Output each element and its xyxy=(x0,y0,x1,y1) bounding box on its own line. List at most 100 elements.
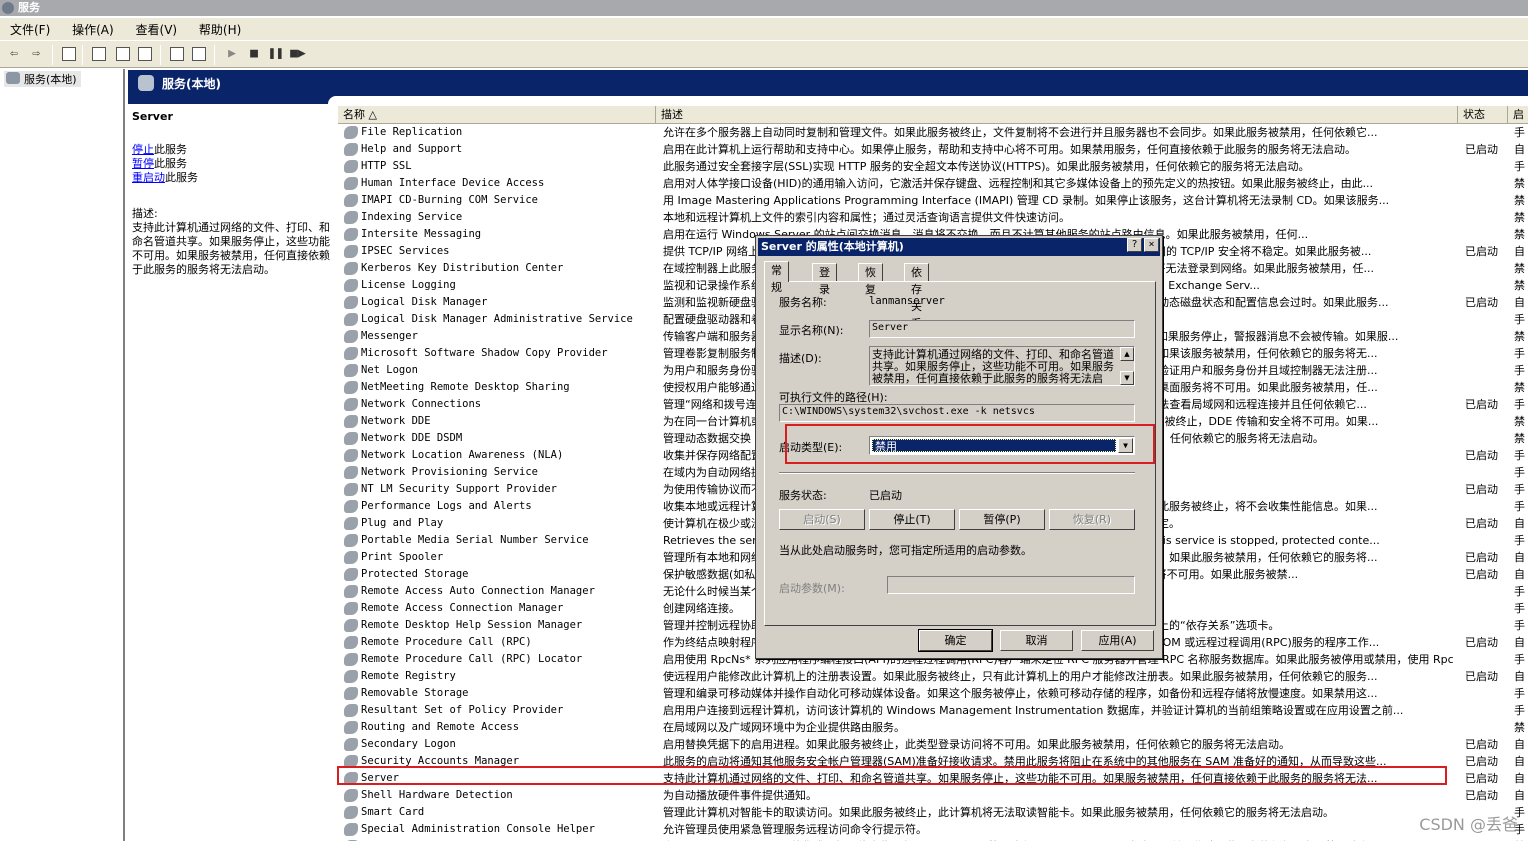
service-name-cell: License Logging xyxy=(361,279,456,291)
table-row[interactable]: HTTP SSL 此服务通过安全套接字层(SSL)实现 HTTP 服务的安全超文本… xyxy=(338,158,1528,175)
refresh-icon[interactable] xyxy=(116,47,130,61)
watermark: CSDN @丢爸 xyxy=(1419,815,1518,834)
service-startup-cell: 禁 xyxy=(1514,211,1525,224)
scroll-up-icon[interactable]: ▲ xyxy=(1120,347,1134,361)
table-row[interactable]: Shell Hardware Detection 为自动播放硬件事件提供通知。 已启… xyxy=(338,787,1528,804)
table-row[interactable]: Human Interface Device Access 启用对人体学接口设备(… xyxy=(338,175,1528,192)
service-status-cell: 已启动 xyxy=(1465,245,1498,258)
start-params-field[interactable] xyxy=(887,576,1135,594)
scroll-down-icon[interactable]: ▼ xyxy=(1120,371,1134,385)
menu-help[interactable]: 帮助(H) xyxy=(189,18,249,40)
service-startup-cell: 手 xyxy=(1514,704,1525,717)
dialog-help-button[interactable]: ? xyxy=(1127,238,1142,252)
service-startup-cell: 自 xyxy=(1514,517,1525,530)
display-name-field[interactable]: Server xyxy=(869,320,1135,338)
pause-button[interactable]: 暂停(P) xyxy=(959,509,1045,530)
column-status[interactable]: 状态 xyxy=(1458,106,1508,124)
tree-node-services-local[interactable]: 服务(本地) xyxy=(4,71,81,87)
service-name-cell: File Replication xyxy=(361,126,463,138)
play-icon[interactable]: ▶ xyxy=(224,46,240,62)
service-name-cell: Remote Desktop Help Session Manager xyxy=(361,619,583,631)
service-startup-cell: 自 xyxy=(1514,568,1525,581)
service-startup-cell: 禁 xyxy=(1514,415,1525,428)
service-name-cell: Remote Registry xyxy=(361,670,456,682)
table-row[interactable]: Help and Support 启用在此计算机上运行帮助和支持中心。如果停止服务… xyxy=(338,141,1528,158)
table-row[interactable]: Smart Card 管理此计算机对智能卡的取读访问。如果此服务被终止，此计算机将… xyxy=(338,804,1528,821)
description-field-label: 描述(D): xyxy=(779,352,822,365)
stop-icon[interactable]: ■ xyxy=(246,46,262,62)
service-description-cell: 允许在多个服务器上自动同时复制和管理文件。如果此服务被终止，文件复制将不会进行并… xyxy=(663,126,1378,139)
service-startup-cell: 手 xyxy=(1514,449,1525,462)
menu-view[interactable]: 查看(V) xyxy=(126,18,186,40)
restart-icon[interactable]: ■▶ xyxy=(290,46,306,62)
service-status-cell: 已启动 xyxy=(1465,789,1498,802)
service-startup-cell: 手 xyxy=(1514,500,1525,513)
table-row[interactable]: Removable Storage 管理和编录可移动媒体并操作自动化可移动媒体设备… xyxy=(338,685,1528,702)
table-row[interactable]: IMAPI CD-Burning COM Service 用 Image Mast… xyxy=(338,192,1528,209)
restart-service-link[interactable]: 重启动 xyxy=(132,171,165,184)
service-gear-icon xyxy=(344,126,358,139)
service-startup-cell: 禁 xyxy=(1514,228,1525,241)
table-row[interactable]: File Replication 允许在多个服务器上自动同时复制和管理文件。如果此… xyxy=(338,124,1528,141)
tab-recovery[interactable]: 恢复 xyxy=(858,263,883,296)
service-startup-cell: 禁 xyxy=(1514,262,1525,275)
service-startup-cell: 手 xyxy=(1514,364,1525,377)
tab-logon[interactable]: 登录 xyxy=(812,263,837,296)
service-gear-icon xyxy=(344,296,358,309)
properties-icon[interactable] xyxy=(92,47,106,61)
service-name-cell: Shell Hardware Detection xyxy=(361,789,513,801)
service-startup-cell: 自 xyxy=(1514,738,1525,751)
service-startup-cell: 自 xyxy=(1514,670,1525,683)
service-startup-cell: 手 xyxy=(1514,619,1525,632)
cancel-button[interactable]: 取消 xyxy=(1000,630,1073,651)
column-name[interactable]: 名称 △ xyxy=(338,106,656,124)
service-gear-icon xyxy=(344,313,358,326)
help-icon[interactable] xyxy=(170,47,184,61)
service-status-cell: 已启动 xyxy=(1465,398,1498,411)
service-gear-icon xyxy=(344,568,358,581)
service-name-cell: Resultant Set of Policy Provider xyxy=(361,704,564,716)
back-arrow-icon[interactable]: ⇦ xyxy=(6,46,22,62)
table-row[interactable]: Remote Registry 使远程用户能修改此计算机上的注册表设置。如果此服务… xyxy=(338,668,1528,685)
service-startup-cell: 自 xyxy=(1514,636,1525,649)
exe-path-field[interactable]: C:\WINDOWS\system32\svchost.exe -k netsv… xyxy=(779,404,1135,422)
column-startup-type[interactable]: 启 xyxy=(1508,106,1528,124)
start-button[interactable]: 启动(S) xyxy=(779,509,865,530)
stop-button[interactable]: 停止(T) xyxy=(869,509,955,530)
dialog-close-button[interactable]: × xyxy=(1144,238,1159,252)
export-list-icon[interactable] xyxy=(138,47,152,61)
start-params-hint: 当从此处启动服务时，您可指定所适用的启动参数。 xyxy=(779,544,1032,557)
menu-file[interactable]: 文件(F) xyxy=(0,18,58,40)
service-gear-icon xyxy=(344,143,358,156)
table-row[interactable]: Routing and Remote Access 在局域网以及广域网环境中为企业… xyxy=(338,719,1528,736)
service-name-cell: IPSEC Services xyxy=(361,245,450,257)
console-tree-icon[interactable] xyxy=(62,47,76,61)
table-row[interactable]: Resultant Set of Policy Provider 启用用户连接到远… xyxy=(338,702,1528,719)
description-field[interactable]: 支持此计算机通过网络的文件、打印、和命名管道共享。如果服务停止，这些功能不可用。… xyxy=(869,346,1135,386)
column-description[interactable]: 描述 xyxy=(656,106,1458,124)
ok-button[interactable]: 确定 xyxy=(918,629,993,652)
tab-dependencies[interactable]: 依存关系 xyxy=(904,263,929,330)
apply-button[interactable]: 应用(A) xyxy=(1081,630,1154,651)
table-row[interactable]: Special Administration Console Helper 允许管… xyxy=(338,821,1528,838)
service-name-cell: Performance Logs and Alerts xyxy=(361,500,532,512)
tab-general[interactable]: 常规 xyxy=(764,261,789,294)
service-startup-cell: 手 xyxy=(1514,534,1525,547)
service-status-cell: 已启动 xyxy=(1465,483,1498,496)
service-status-cell: 已启动 xyxy=(1465,449,1498,462)
service-name-cell: IMAPI CD-Burning COM Service xyxy=(361,194,539,206)
table-row[interactable]: Indexing Service 本地和远程计算机上文件的索引内容和属性；通过灵活… xyxy=(338,209,1528,226)
service-status-cell: 已启动 xyxy=(1465,568,1498,581)
service-startup-cell: 手 xyxy=(1514,347,1525,360)
service-startup-cell: 禁 xyxy=(1514,330,1525,343)
table-row[interactable]: Secondary Logon 启用替换凭据下的启用进程。如果此服务被终止，此类型… xyxy=(338,736,1528,753)
service-name-cell: Microsoft Software Shadow Copy Provider xyxy=(361,347,608,359)
service-description-cell: 为自动播放硬件事件提供通知。 xyxy=(663,789,817,802)
action-pane-icon[interactable] xyxy=(192,47,206,61)
menu-action[interactable]: 操作(A) xyxy=(62,18,122,40)
resume-button[interactable]: 恢复(R) xyxy=(1049,509,1135,530)
service-startup-cell: 手 xyxy=(1514,160,1525,173)
server-row-highlight xyxy=(337,766,1447,785)
pause-icon[interactable]: ❚❚ xyxy=(268,46,284,62)
forward-arrow-icon[interactable]: ⇨ xyxy=(28,46,44,62)
